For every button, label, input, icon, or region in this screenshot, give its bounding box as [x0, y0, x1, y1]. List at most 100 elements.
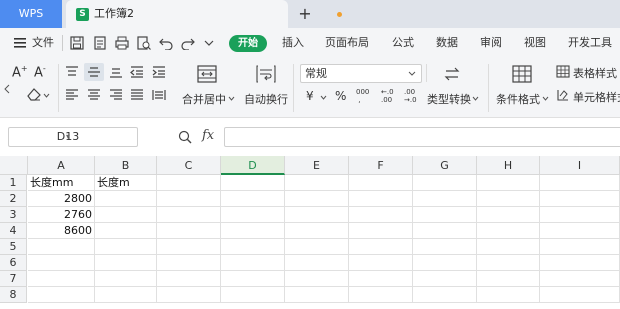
toolbar-scroll-left-icon[interactable]: [4, 84, 10, 94]
cell-h8[interactable]: [477, 287, 540, 303]
cell-b7[interactable]: [95, 271, 157, 287]
eraser-dropdown-icon[interactable]: [43, 93, 50, 98]
menu-formulas[interactable]: 公式: [392, 28, 414, 58]
column-header-h[interactable]: H: [477, 156, 540, 175]
justify-icon[interactable]: [130, 89, 144, 101]
menu-start-tab[interactable]: 开始: [229, 35, 267, 52]
type-convert-icon[interactable]: [443, 66, 461, 82]
conditional-format-label[interactable]: 条件格式: [496, 91, 540, 107]
menu-developer[interactable]: 开发工具: [568, 28, 612, 58]
cell-h3[interactable]: [477, 207, 540, 223]
cell-g7[interactable]: [413, 271, 477, 287]
merge-center-icon[interactable]: [197, 65, 217, 83]
currency-dropdown-icon[interactable]: [320, 95, 327, 100]
column-header-b[interactable]: B: [95, 156, 157, 175]
align-top-icon[interactable]: [65, 66, 79, 78]
row-header-1[interactable]: 1: [0, 175, 27, 191]
cell-b8[interactable]: [95, 287, 157, 303]
menu-file[interactable]: 文件: [32, 28, 54, 58]
new-tab-button[interactable]: +: [296, 3, 314, 25]
cell-c1[interactable]: [157, 175, 221, 191]
hamburger-menu-icon[interactable]: [14, 38, 26, 48]
cell-d3[interactable]: [221, 207, 285, 223]
cell-i6[interactable]: [540, 255, 620, 271]
cell-a8[interactable]: [28, 287, 95, 303]
cell-b5[interactable]: [95, 239, 157, 255]
row-header-6[interactable]: 6: [0, 255, 27, 271]
align-left-icon[interactable]: [65, 89, 79, 101]
column-header-e[interactable]: E: [285, 156, 349, 175]
cell-e5[interactable]: [285, 239, 349, 255]
row-header-8[interactable]: 8: [0, 287, 27, 303]
print-preview-icon[interactable]: [137, 36, 151, 50]
row-header-2[interactable]: 2: [0, 191, 27, 207]
cell-h5[interactable]: [477, 239, 540, 255]
decrease-font-size-icon[interactable]: A-: [34, 64, 46, 80]
merge-dropdown-icon[interactable]: [228, 96, 235, 101]
align-center-icon[interactable]: [87, 89, 101, 101]
cell-f6[interactable]: [349, 255, 413, 271]
select-all-corner[interactable]: [0, 156, 28, 175]
cell-e6[interactable]: [285, 255, 349, 271]
cell-b4[interactable]: [95, 223, 157, 239]
cell-a4[interactable]: 8600: [28, 223, 95, 239]
increase-font-size-icon[interactable]: A+: [12, 64, 28, 80]
cell-c6[interactable]: [157, 255, 221, 271]
cell-c4[interactable]: [157, 223, 221, 239]
cell-c3[interactable]: [157, 207, 221, 223]
cell-d1[interactable]: [221, 175, 285, 191]
increase-indent-icon[interactable]: [152, 66, 166, 78]
cell-i5[interactable]: [540, 239, 620, 255]
cell-e3[interactable]: [285, 207, 349, 223]
cell-e4[interactable]: [285, 223, 349, 239]
cell-f4[interactable]: [349, 223, 413, 239]
cell-g6[interactable]: [413, 255, 477, 271]
cell-h7[interactable]: [477, 271, 540, 287]
row-header-4[interactable]: 4: [0, 223, 27, 239]
cell-c5[interactable]: [157, 239, 221, 255]
menu-data[interactable]: 数据: [436, 28, 458, 58]
percent-format-button[interactable]: %: [335, 89, 346, 103]
cell-h6[interactable]: [477, 255, 540, 271]
cell-b2[interactable]: [95, 191, 157, 207]
cell-style-label[interactable]: 单元格样式: [573, 89, 620, 105]
cell-f7[interactable]: [349, 271, 413, 287]
cell-i3[interactable]: [540, 207, 620, 223]
name-box-dropdown-icon[interactable]: ▾: [9, 128, 127, 146]
menu-review[interactable]: 审阅: [480, 28, 502, 58]
table-style-label[interactable]: 表格样式: [573, 65, 617, 81]
cell-e2[interactable]: [285, 191, 349, 207]
cell-e8[interactable]: [285, 287, 349, 303]
cell-f1[interactable]: [349, 175, 413, 191]
align-middle-icon[interactable]: [87, 66, 101, 78]
decrease-indent-icon[interactable]: [130, 66, 144, 78]
document-tab[interactable]: S 工作簿2: [66, 0, 342, 28]
cell-a3[interactable]: 2760: [28, 207, 95, 223]
cell-a7[interactable]: [28, 271, 95, 287]
spreadsheet-grid[interactable]: ABCDEFGHI 12345678 长度mm 长度m 2800 2760 8600: [0, 156, 620, 309]
row-header-5[interactable]: 5: [0, 239, 27, 255]
cell-g5[interactable]: [413, 239, 477, 255]
menu-insert[interactable]: 插入: [282, 28, 304, 58]
fx-insert-function-button[interactable]: fx: [202, 128, 214, 143]
formula-input[interactable]: [224, 127, 620, 147]
cell-g4[interactable]: [413, 223, 477, 239]
name-box[interactable]: D13 ▾: [8, 127, 138, 147]
cell-e1[interactable]: [285, 175, 349, 191]
undo-icon[interactable]: [159, 36, 173, 50]
cell-d8[interactable]: [221, 287, 285, 303]
cell-h4[interactable]: [477, 223, 540, 239]
number-format-select[interactable]: 常规: [300, 64, 422, 83]
menu-page-layout[interactable]: 页面布局: [325, 28, 369, 58]
cell-a1[interactable]: 长度mm: [28, 175, 95, 191]
cell-b6[interactable]: [95, 255, 157, 271]
cell-c7[interactable]: [157, 271, 221, 287]
column-header-a[interactable]: A: [28, 156, 95, 175]
conditional-format-dropdown-icon[interactable]: [542, 96, 549, 101]
cell-i2[interactable]: [540, 191, 620, 207]
menu-view[interactable]: 视图: [524, 28, 546, 58]
zoom-search-icon[interactable]: [178, 130, 192, 144]
cell-b1[interactable]: 长度m: [95, 175, 157, 191]
cell-g8[interactable]: [413, 287, 477, 303]
column-header-g[interactable]: G: [413, 156, 477, 175]
